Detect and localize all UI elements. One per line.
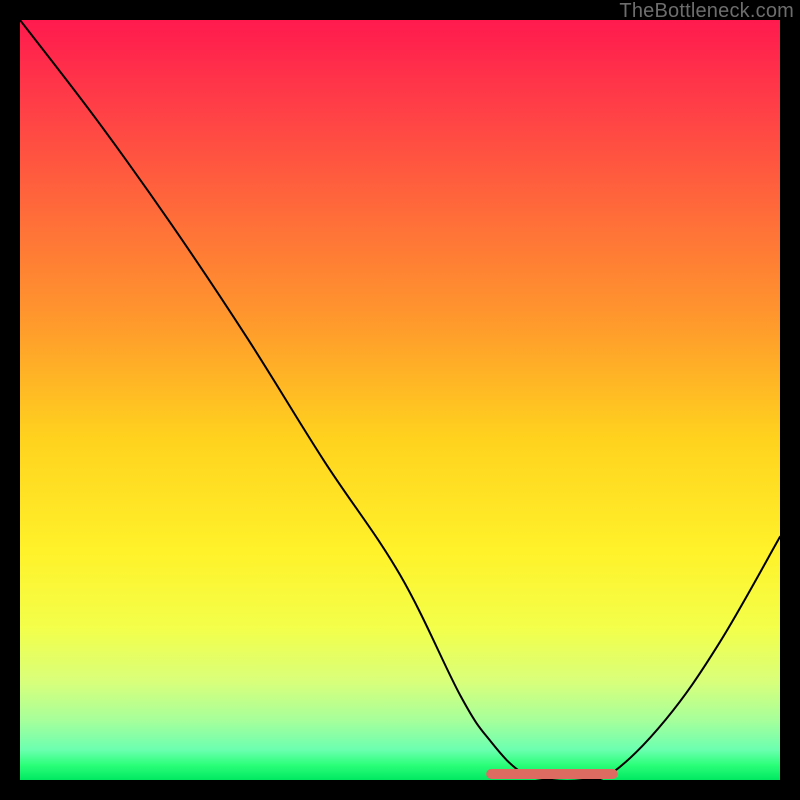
plot-area [20,20,780,780]
bottleneck-chart-svg [20,20,780,780]
bottleneck-curve [20,20,780,781]
chart-frame: TheBottleneck.com [0,0,800,800]
